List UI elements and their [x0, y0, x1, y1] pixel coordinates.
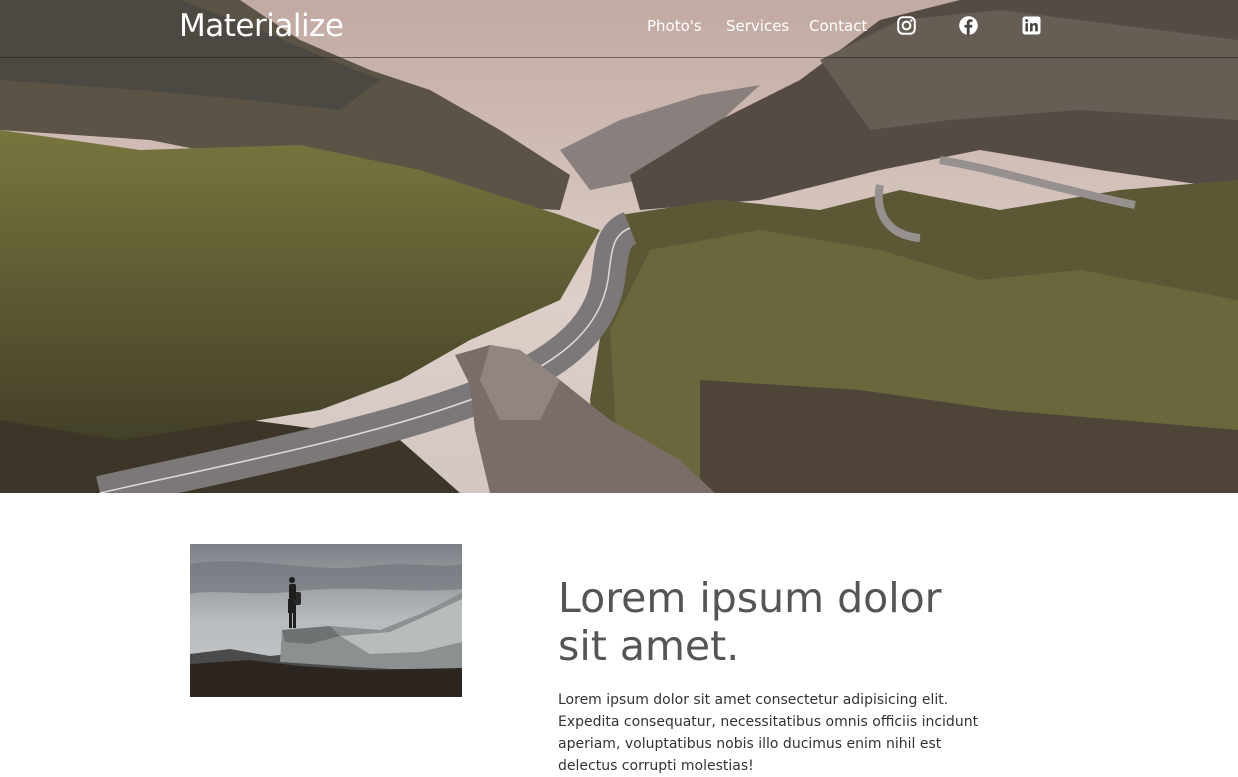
hero-section [0, 0, 1238, 493]
nav-link-contact[interactable]: Contact [809, 17, 867, 35]
brand-logo[interactable]: Materialize [179, 8, 344, 44]
section-body-text: Lorem ipsum dolor sit amet consectetur a… [558, 692, 979, 774]
hiker-image [190, 544, 462, 697]
navbar: Materialize Photo's Services Contact [0, 0, 1238, 58]
nav-link-services[interactable]: Services [726, 17, 789, 35]
facebook-icon[interactable] [959, 16, 978, 35]
linkedin-icon[interactable] [1022, 16, 1041, 35]
nav-link-photos[interactable]: Photo's [647, 17, 702, 35]
section-heading: Lorem ipsum dolor sit amet. [558, 574, 942, 670]
instagram-icon[interactable] [897, 16, 916, 35]
hero-image [0, 0, 1238, 493]
